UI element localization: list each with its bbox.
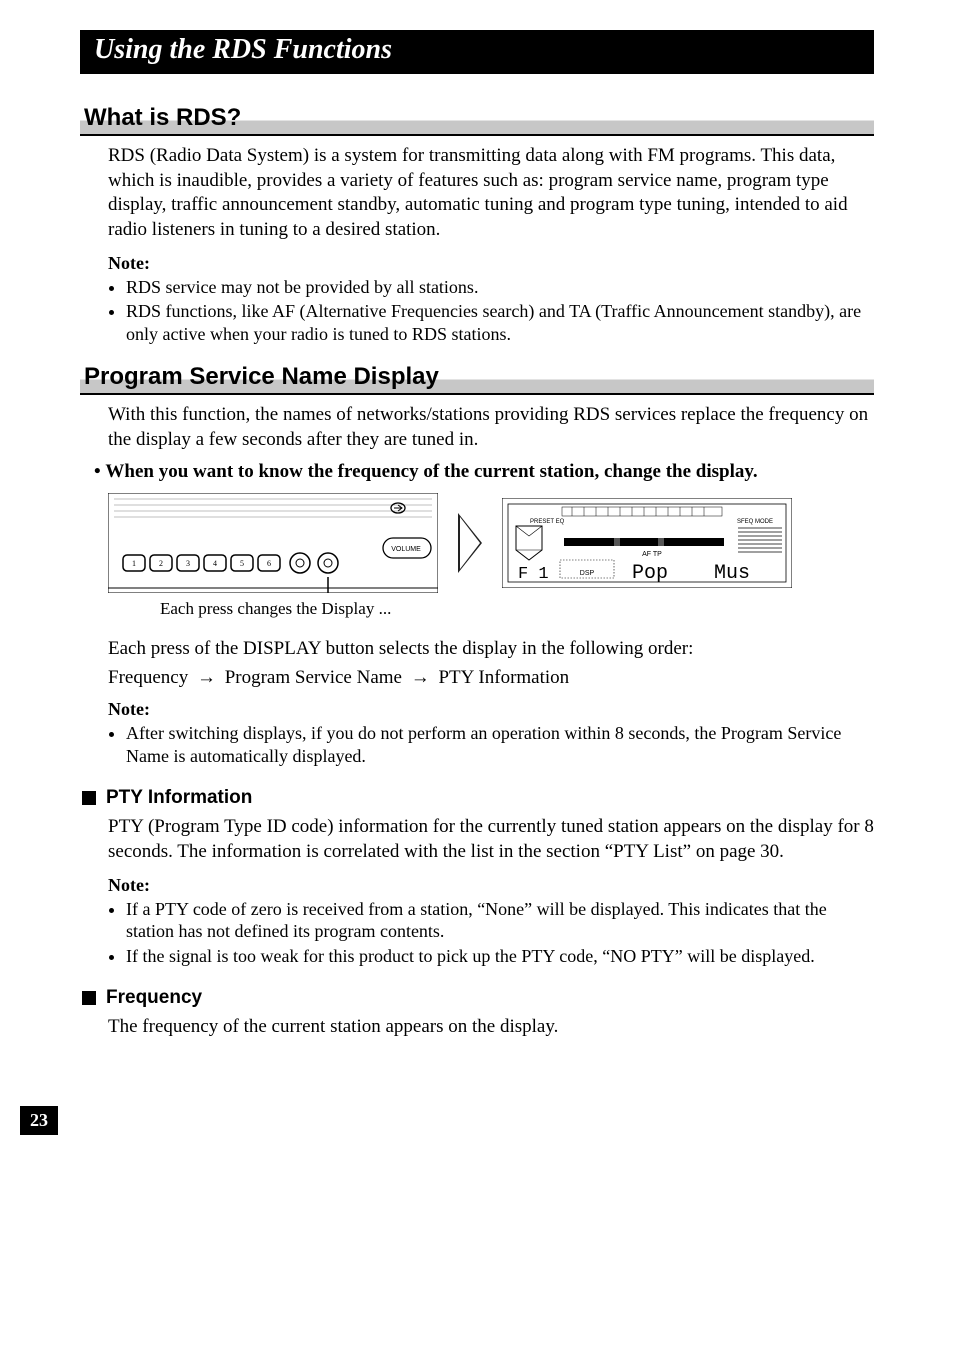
svg-text:1: 1 [132, 559, 136, 568]
display-f1: F 1 [518, 565, 549, 584]
dsp-label: DSP [580, 570, 595, 577]
figure-caption: Each press changes the Display ... [160, 599, 874, 619]
psn-body: With this function, the names of network… [108, 403, 874, 452]
note-label: Note: [108, 699, 874, 720]
arrow-icon: → [411, 667, 430, 689]
page-number: 23 [20, 1106, 58, 1135]
frequency-body: The frequency of the current station app… [108, 1015, 874, 1040]
section-heading-psn: Program Service Name Display [80, 363, 874, 395]
note-item: RDS functions, like AF (Alternative Freq… [126, 300, 874, 345]
square-bullet-icon [82, 991, 96, 1005]
arrow-icon: → [197, 667, 216, 689]
note-label: Note: [108, 253, 874, 274]
section-heading-rds: What is RDS? [80, 104, 874, 136]
sfeq-mode-label: SFEQ MODE [737, 519, 773, 525]
note-item: After switching displays, if you do not … [126, 722, 874, 767]
rds-notes: RDS service may not be provided by all s… [108, 276, 874, 346]
chapter-title: Using the RDS Functions [80, 30, 874, 74]
volume-label: VOLUME [391, 546, 421, 553]
svg-text:4: 4 [213, 559, 217, 568]
arrow-icon [458, 513, 482, 573]
display-mus: Mus [714, 562, 750, 585]
pty-notes: If a PTY code of zero is received from a… [108, 898, 874, 968]
sub-heading-pty: PTY Information [106, 787, 252, 809]
psn-notes: After switching displays, if you do not … [108, 722, 874, 767]
svg-text:3: 3 [186, 559, 190, 568]
display-illustration: PRESET EQ SFEQ MODE AF TP DSP F 1 [502, 498, 792, 588]
sub-heading-frequency: Frequency [106, 987, 202, 1009]
figure-row: VOLUME 1 2 3 4 5 6 [108, 493, 874, 593]
af-tp-label: AF TP [642, 551, 662, 558]
display-flow: Frequency → Program Service Name → PTY I… [108, 667, 874, 689]
display-pop: Pop [632, 562, 668, 585]
device-illustration: VOLUME 1 2 3 4 5 6 [108, 493, 438, 593]
psn-instruction: • When you want to know the frequency of… [80, 461, 874, 483]
pty-body: PTY (Program Type ID code) information f… [108, 815, 874, 864]
bullet-icon: • [94, 461, 105, 482]
rds-body: RDS (Radio Data System) is a system for … [108, 144, 874, 243]
note-item: RDS service may not be provided by all s… [126, 276, 874, 299]
flow-intro: Each press of the DISPLAY button selects… [108, 637, 874, 662]
preset-eq-label: PRESET EQ [530, 519, 565, 525]
note-item: If the signal is too weak for this produ… [126, 945, 874, 968]
svg-text:2: 2 [159, 559, 163, 568]
svg-text:5: 5 [240, 559, 244, 568]
svg-text:6: 6 [267, 559, 271, 568]
square-bullet-icon [82, 791, 96, 805]
note-label: Note: [108, 875, 874, 896]
note-item: If a PTY code of zero is received from a… [126, 898, 874, 943]
